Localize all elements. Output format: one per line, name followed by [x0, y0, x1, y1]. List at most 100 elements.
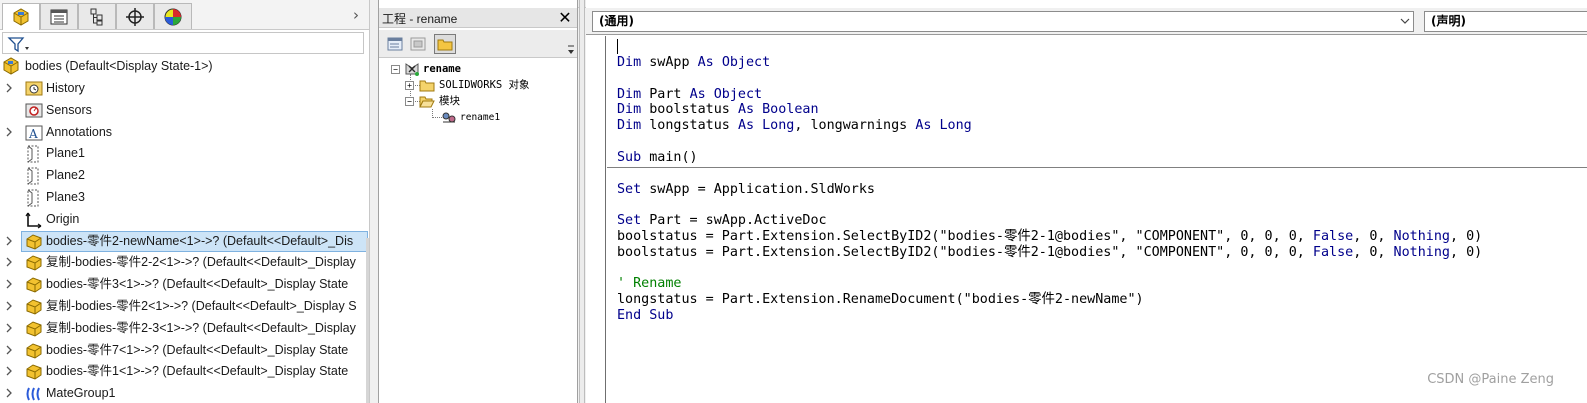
expand-icon[interactable]: +: [405, 81, 414, 90]
feature-tree-item-label: History: [46, 81, 85, 95]
expand-arrow-icon[interactable]: [5, 301, 13, 311]
chevron-right-icon[interactable]: ›: [348, 6, 364, 24]
assembly-icon: [3, 57, 19, 75]
code-text: , 0): [1449, 244, 1483, 260]
code-editor[interactable]: Dim swApp As Object Dim Part As Object Dim…: [607, 36, 1587, 403]
filter-icon[interactable]: [7, 36, 33, 54]
feature-tree-item[interactable]: Plane1: [0, 143, 369, 164]
code-text: , 0): [1449, 229, 1483, 244]
feature-manager-tabs: ›: [0, 0, 369, 30]
toggle-folders-button[interactable]: [434, 34, 456, 54]
feature-tree-item[interactable]: Sensors: [0, 100, 369, 121]
expand-arrow-icon[interactable]: [5, 323, 13, 333]
feature-tree-item[interactable]: Plane2: [0, 165, 369, 186]
code-keyword: Sub: [617, 150, 642, 165]
feature-tree-item[interactable]: A Annotations: [0, 122, 369, 143]
feature-tree-item[interactable]: bodies-零件3<1>->? (Default<<Default>_Disp…: [0, 274, 369, 295]
procedure-line: ' Rename: [617, 276, 682, 292]
project-name: rename: [423, 63, 461, 75]
view-object-button[interactable]: [407, 34, 429, 54]
procedure-dropdown[interactable]: (声明): [1424, 11, 1587, 32]
filter-input[interactable]: [2, 32, 364, 54]
display-manager-tab[interactable]: [154, 3, 192, 29]
feature-tree-item[interactable]: History: [0, 78, 369, 99]
crosshair-icon: [126, 7, 144, 26]
close-icon[interactable]: ✕: [556, 9, 574, 27]
collapse-icon[interactable]: −: [391, 65, 400, 74]
feature-tree-item-label: Sensors: [46, 102, 92, 117]
feature-tree-item[interactable]: 复制-bodies-零件2-2<1>->? (Default<<Default>…: [0, 252, 369, 273]
procedure-line: End Sub: [617, 308, 673, 324]
tree-root-assembly[interactable]: bodies (Default<Display State-1>): [0, 56, 369, 77]
modules-folder-label: 模块: [439, 95, 460, 107]
code-keyword: End Sub: [617, 308, 674, 323]
collapse-icon[interactable]: −: [405, 97, 414, 106]
feature-tree-item[interactable]: bodies-零件1<1>->? (Default<<Default>_Disp…: [0, 361, 369, 382]
feature-tree-item[interactable]: 复制-bodies-零件2-3<1>->? (Default<<Default>…: [0, 318, 369, 339]
part-icon: [26, 364, 42, 380]
folder-icon: [437, 39, 453, 51]
expand-arrow-icon[interactable]: [5, 83, 13, 93]
feature-tree-item[interactable]: Plane3: [0, 187, 369, 208]
view-code-button[interactable]: [384, 34, 406, 54]
expand-arrow-icon[interactable]: [5, 388, 13, 398]
code-keyword: Long: [762, 118, 795, 134]
code-text: , 0,: [1353, 229, 1394, 244]
feature-tree-item-label: Plane1: [46, 146, 85, 161]
procedure-separator: [607, 167, 1587, 168]
declaration-line: Dim swApp As Object: [617, 55, 770, 71]
procedure-line: boolstatus = Part.Extension.SelectByID2(…: [617, 245, 1482, 261]
folder-icon: [419, 80, 435, 92]
feature-tree-item[interactable]: bodies-零件7<1>->? (Default<<Default>_Disp…: [0, 340, 369, 361]
featuremanager-tab[interactable]: [2, 3, 40, 30]
feature-tree-item-label: Annotations: [46, 124, 113, 139]
feature-tree-item-label: 复制-bodies-零件2<1>->? (Default<<Default>_D…: [46, 299, 357, 313]
feature-tree-item-label: MateGroup1: [46, 386, 116, 401]
part-icon: [26, 321, 42, 337]
appearance-pie-icon: [164, 8, 182, 25]
code-keyword: As: [697, 55, 714, 70]
code-keyword: Set: [617, 213, 642, 229]
code-text: longstatus = Part.Extension.RenameDocume…: [617, 292, 1144, 308]
code-keyword: As: [737, 118, 755, 134]
feature-tree-item[interactable]: Origin: [0, 209, 369, 230]
code-keyword: Nothing: [1393, 244, 1450, 260]
expand-arrow-icon[interactable]: [5, 279, 13, 289]
toolbar-overflow-icon[interactable]: [567, 42, 575, 56]
feature-tree-item[interactable]: bodies-零件2-newName<1>->? (Default<<Defau…: [0, 230, 369, 252]
code-keyword: Boolean: [762, 102, 819, 118]
expand-arrow-icon[interactable]: [5, 366, 13, 376]
part-icon: [26, 255, 42, 271]
code-keyword: False: [1312, 229, 1354, 244]
feature-tree-item-label: bodies-零件1<1>->? (Default<<Default>_Disp…: [46, 364, 349, 379]
objects-folder-label: SOLIDWORKS 对象: [439, 79, 530, 91]
procedure-line: boolstatus = Part.Extension.SelectByID2(…: [617, 229, 1482, 245]
feature-tree-item[interactable]: MateGroup1: [0, 383, 369, 403]
configurationmanager-tab[interactable]: [78, 3, 116, 29]
code-keyword: As: [915, 118, 932, 134]
propertymanager-tab[interactable]: [40, 3, 78, 29]
plane-icon: [27, 145, 39, 163]
feature-tree-item-label: bodies-零件7<1>->? (Default<<Default>_Disp…: [46, 342, 349, 357]
filter-row: [0, 31, 369, 56]
object-dropdown[interactable]: (通用): [592, 11, 1414, 32]
dimxpert-tab[interactable]: [116, 3, 154, 29]
expand-arrow-icon[interactable]: [5, 127, 13, 137]
expand-arrow-icon[interactable]: [5, 345, 13, 355]
project-toolbar: [379, 30, 577, 58]
expand-arrow-icon[interactable]: [5, 257, 13, 267]
expand-arrow-icon[interactable]: [5, 236, 13, 246]
code-comment: ' Rename: [617, 276, 682, 292]
project-explorer-panel: 工程 - rename ✕ − rename + SOLIDWORKS 对象 −…: [378, 0, 578, 403]
feature-tree-item-label: Plane2: [46, 168, 85, 183]
margin-indicator-bar[interactable]: [586, 36, 606, 403]
code-keyword: Set: [617, 181, 642, 197]
panel-splitter[interactable]: [579, 0, 585, 403]
feature-tree-item-label: 复制-bodies-零件2-3<1>->? (Default<<Default>…: [46, 320, 356, 335]
scrollbar[interactable]: [366, 238, 369, 403]
feature-tree-item[interactable]: 复制-bodies-零件2<1>->? (Default<<Default>_D…: [0, 296, 369, 317]
property-list-icon: [50, 9, 68, 24]
